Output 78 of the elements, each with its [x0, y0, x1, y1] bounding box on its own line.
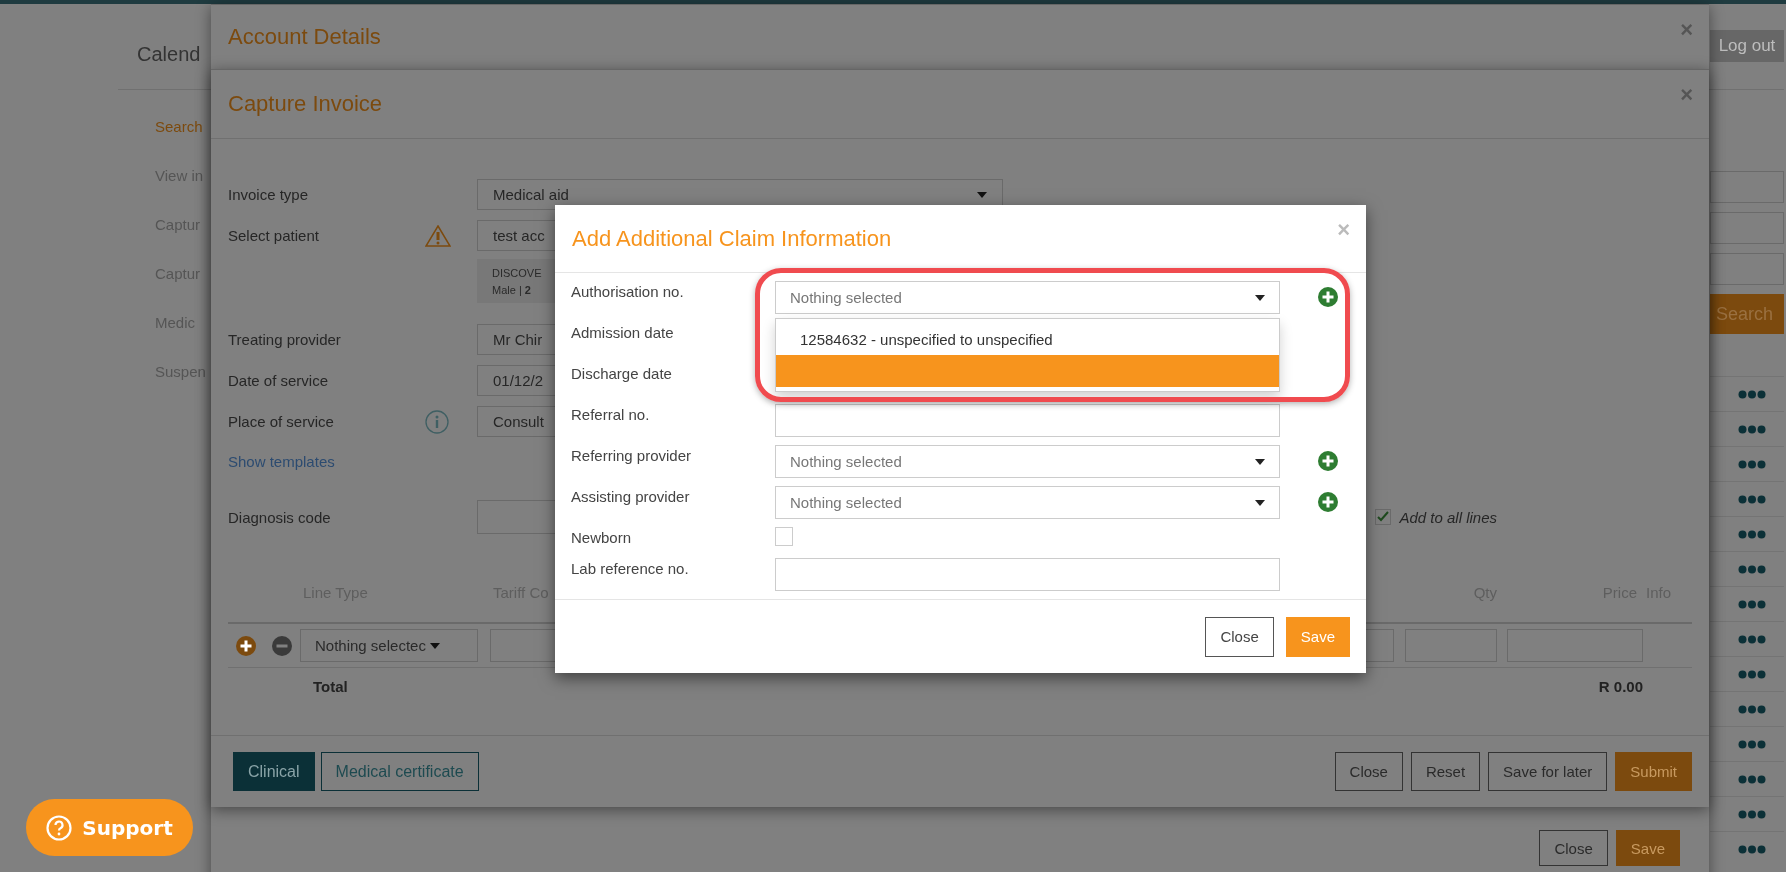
more-icon[interactable] — [1738, 669, 1766, 679]
templates-link[interactable]: Show templates — [228, 453, 335, 470]
patient-detail: DISCOVE — [492, 267, 542, 280]
field-label: Newborn — [571, 528, 633, 548]
line-type-select[interactable]: Nothing selectec — [300, 629, 478, 662]
field-label: Treating provider — [228, 331, 342, 348]
field-label: Invoice type — [228, 186, 310, 203]
field-label: Authorisation no. — [571, 282, 685, 302]
logout-button[interactable]: Log out — [1710, 30, 1784, 62]
field-label: Date of service — [228, 372, 330, 389]
field-label: Discharge date — [571, 364, 673, 384]
more-icon[interactable] — [1738, 599, 1766, 609]
more-icon[interactable] — [1738, 774, 1766, 784]
dialog-title: Account Details — [228, 24, 381, 50]
more-icon[interactable] — [1738, 459, 1766, 469]
total-amount: R 0.00 — [1598, 677, 1643, 695]
more-icon[interactable] — [1738, 494, 1766, 504]
close-button[interactable]: × — [1337, 217, 1350, 243]
caret-icon — [1255, 499, 1265, 506]
caret-icon — [977, 191, 987, 198]
checkbox[interactable] — [1375, 509, 1392, 525]
dialog-button[interactable]: Submit — [1615, 752, 1692, 791]
plus-circle-icon[interactable] — [236, 635, 256, 656]
caret-icon — [1255, 458, 1265, 465]
field-label: Admission date — [571, 323, 675, 343]
help-icon — [46, 814, 73, 841]
text-field[interactable] — [775, 404, 1280, 437]
field-label: Diagnosis code — [228, 508, 332, 526]
caret-icon — [1255, 294, 1265, 301]
minus-circle-icon[interactable] — [272, 635, 292, 656]
dialog-button[interactable]: Save for later — [1488, 752, 1608, 791]
close-button[interactable]: × — [1680, 17, 1693, 43]
more-icon[interactable] — [1738, 809, 1766, 819]
dropdown-option[interactable]: 12584632 - unspecified to unspecified — [776, 323, 1279, 355]
more-icon[interactable] — [1738, 564, 1766, 574]
plus-circle-icon[interactable] — [1318, 287, 1338, 307]
total-label: Total — [312, 677, 348, 695]
patient-detail: Male | 2 — [492, 284, 531, 297]
dialog-button[interactable]: Save — [1615, 830, 1680, 866]
warning-icon — [425, 224, 451, 247]
info-icon — [425, 409, 449, 434]
filter-field[interactable] — [1710, 253, 1784, 285]
text-field[interactable] — [775, 558, 1280, 591]
filter-field[interactable] — [1710, 171, 1784, 203]
field-label: Place of service — [228, 413, 335, 430]
dialog-button[interactable]: Save — [1285, 616, 1350, 657]
field-label: Select patient — [228, 227, 320, 244]
dialog-title: Capture Invoice — [228, 91, 383, 117]
more-icon[interactable] — [1738, 389, 1766, 399]
field-label: Assisting provider — [571, 487, 691, 507]
tab[interactable]: Medical certificate — [320, 752, 479, 791]
more-icon[interactable] — [1738, 844, 1766, 854]
dialog-button[interactable]: Reset — [1410, 752, 1481, 791]
more-icon[interactable] — [1738, 634, 1766, 644]
more-icon[interactable] — [1738, 704, 1766, 714]
dialog-button[interactable]: Close — [1205, 616, 1274, 657]
nav-link[interactable]: Search — [155, 112, 206, 161]
plus-circle-icon[interactable] — [1318, 451, 1338, 471]
more-icon[interactable] — [1738, 529, 1766, 539]
select-field[interactable]: Nothing selected — [775, 486, 1280, 519]
tab[interactable]: Clinical — [233, 752, 315, 791]
support-button[interactable]: Support — [26, 799, 193, 856]
plus-circle-icon[interactable] — [1318, 492, 1338, 512]
checkbox-label: Add to all lines — [1399, 508, 1497, 526]
dialog-button[interactable]: Close — [1539, 830, 1608, 866]
more-icon[interactable] — [1738, 424, 1766, 434]
close-button[interactable]: × — [1680, 82, 1693, 108]
filter-field[interactable] — [1710, 212, 1784, 244]
page-title: Calend — [136, 42, 201, 67]
select-field[interactable]: Nothing selected — [775, 445, 1280, 478]
dialog-title: Add Additional Claim Information — [572, 225, 892, 252]
field-label: Lab reference no. — [571, 559, 690, 579]
dialog-button[interactable]: Close — [1334, 752, 1403, 791]
select-field[interactable]: Nothing selected — [775, 281, 1280, 314]
more-icon[interactable] — [1738, 739, 1766, 749]
field-label: Referral no. — [571, 405, 651, 425]
field-label: Referring provider — [571, 446, 693, 466]
caret-icon — [429, 642, 440, 649]
